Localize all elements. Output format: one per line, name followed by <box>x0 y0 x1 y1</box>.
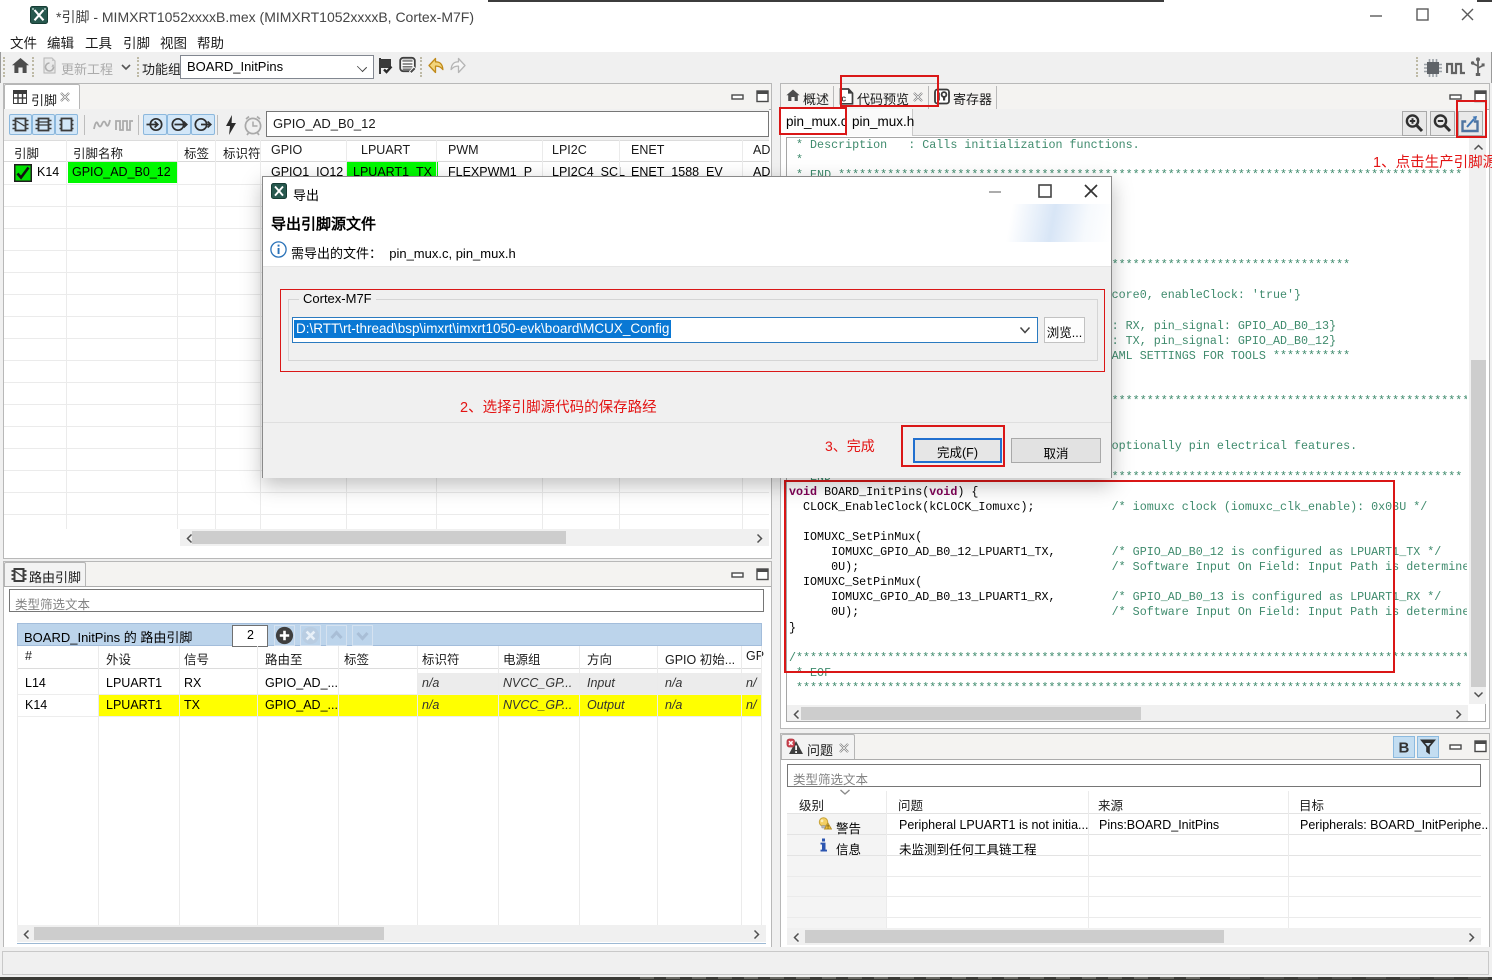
svg-text:B: B <box>1399 740 1410 757</box>
